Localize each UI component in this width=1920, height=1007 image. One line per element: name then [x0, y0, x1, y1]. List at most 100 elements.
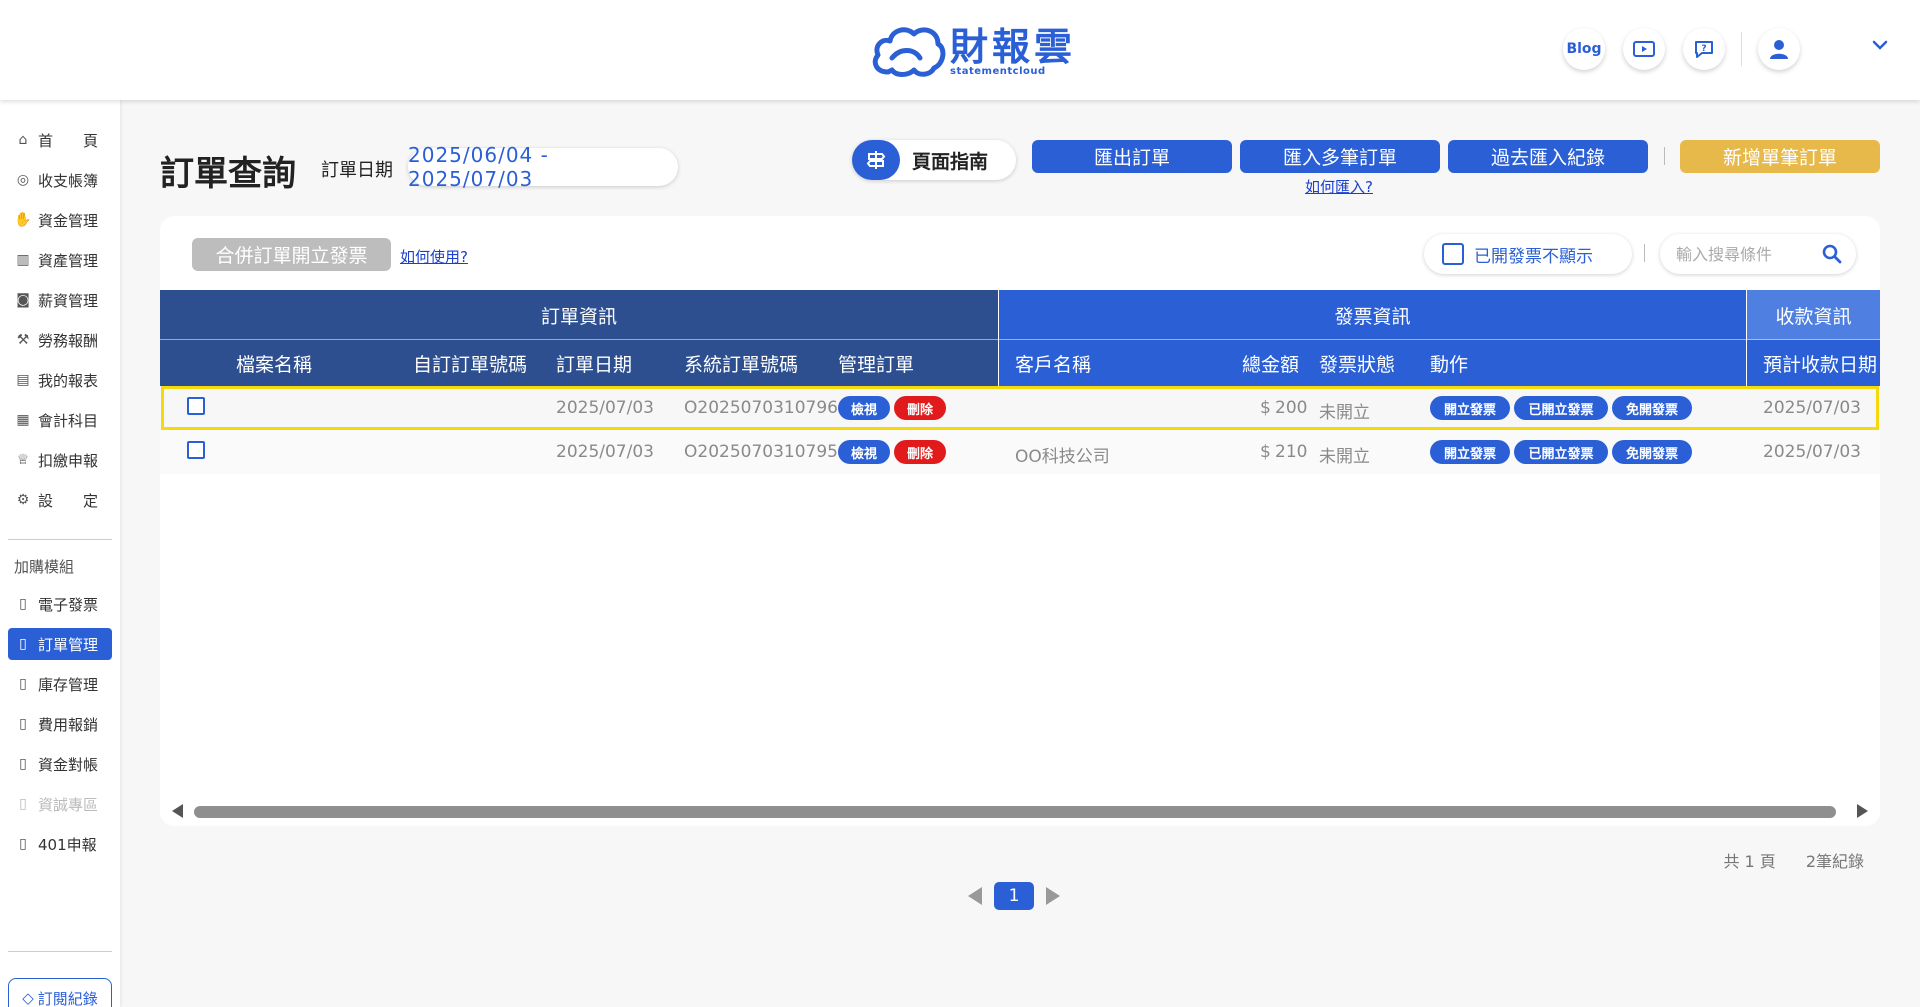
- scroll-left-arrow[interactable]: [172, 804, 183, 818]
- exempt-invoice-button[interactable]: 免開發票: [1612, 440, 1692, 464]
- salary-icon: ◙: [16, 292, 30, 308]
- sidebar-item-401-filing[interactable]: ▯ 401申報: [8, 828, 112, 860]
- date-range-picker[interactable]: 2025/06/04 - 2025/07/03: [408, 143, 678, 191]
- issue-invoice-button[interactable]: 開立發票: [1430, 440, 1510, 464]
- export-orders-button[interactable]: 匯出訂單: [1032, 140, 1232, 173]
- subscription-records-button[interactable]: ◇ 訂閱紀錄: [8, 978, 112, 1007]
- module-icon: ▯: [19, 636, 27, 652]
- module-icon: ▯: [19, 756, 27, 772]
- support-chat-button[interactable]: ?: [1683, 28, 1725, 70]
- top-header: 財報雲 statementcloud Blog ?: [0, 0, 1920, 100]
- sidebar-item-pwc-zone: ▯ 資誠專區: [8, 788, 112, 820]
- user-avatar-button[interactable]: [1758, 28, 1800, 70]
- pagination-summary: 共 1 頁 2筆紀錄: [1723, 848, 1864, 872]
- delete-order-button[interactable]: 刪除: [894, 440, 946, 464]
- exempt-invoice-button[interactable]: 免開發票: [1612, 396, 1692, 420]
- total-records-text: 2筆紀錄: [1805, 852, 1864, 871]
- cloud-logo-icon: [872, 27, 946, 77]
- cell-order-date: 2025/07/03: [556, 442, 654, 462]
- add-single-order-button[interactable]: 新增單筆訂單: [1680, 140, 1880, 173]
- column-header-custom-order-no[interactable]: 自訂訂單號碼: [413, 350, 527, 377]
- column-header-customer-name[interactable]: 客戶名稱: [1015, 350, 1091, 377]
- column-group-divider: [1746, 290, 1747, 386]
- column-header-expected-payment-date[interactable]: 預計收款日期: [1763, 350, 1877, 377]
- date-label: 訂單日期: [321, 160, 393, 181]
- next-page-arrow[interactable]: [1046, 887, 1060, 905]
- page-guide-button[interactable]: 頁面指南: [852, 140, 1016, 180]
- cell-expected-payment-date: 2025/07/03: [1763, 442, 1861, 462]
- horizontal-scrollbar[interactable]: [194, 806, 1836, 818]
- row-checkbox[interactable]: [187, 441, 205, 459]
- scroll-right-arrow[interactable]: [1857, 804, 1868, 818]
- sidebar-item-salary[interactable]: ◙ 薪資管理: [8, 284, 112, 316]
- sidebar-item-order-management[interactable]: ▯ 訂單管理: [8, 628, 112, 660]
- cell-system-order-no: O2025070310796: [684, 398, 838, 418]
- sidebar-item-accounts[interactable]: ▦ 會計科目: [8, 404, 112, 436]
- page-number-button[interactable]: 1: [994, 882, 1034, 910]
- group-header-order-info: 訂單資訊: [160, 290, 998, 340]
- row-checkbox[interactable]: [187, 397, 205, 415]
- prev-page-arrow[interactable]: [968, 887, 982, 905]
- sidebar-item-labor[interactable]: ⚒ 勞務報酬: [8, 324, 112, 356]
- report-icon: ▤: [16, 372, 30, 388]
- column-header-file-name[interactable]: 檔案名稱: [236, 350, 312, 377]
- invoice-issued-button[interactable]: 已開立發票: [1514, 440, 1608, 464]
- column-header-system-order-no[interactable]: 系統訂單號碼: [684, 350, 798, 377]
- search-icon[interactable]: [1822, 244, 1842, 264]
- delete-order-button[interactable]: 刪除: [894, 396, 946, 420]
- sidebar-item-e-invoice[interactable]: ▯ 電子發票: [8, 588, 112, 620]
- money-hand-icon: ✋: [14, 212, 32, 228]
- sidebar-item-reports[interactable]: ▤ 我的報表: [8, 364, 112, 396]
- cell-invoice-status: 未開立: [1319, 403, 1370, 423]
- cell-currency: $: [1260, 442, 1271, 462]
- hide-issued-checkbox[interactable]: [1442, 243, 1464, 265]
- hide-issued-toggle[interactable]: 已開發票不顯示: [1424, 234, 1632, 274]
- sidebar-item-home[interactable]: ⌂ 首 頁: [8, 124, 112, 156]
- how-to-use-link[interactable]: 如何使用?: [400, 246, 468, 267]
- sidebar-item-inventory[interactable]: ▯ 庫存管理: [8, 668, 112, 700]
- sidebar-item-ledger[interactable]: ◎ 收支帳簿: [8, 164, 112, 196]
- invoice-issued-button[interactable]: 已開立發票: [1514, 396, 1608, 420]
- sidebar-item-expense[interactable]: ▯ 費用報銷: [8, 708, 112, 740]
- video-tutorial-button[interactable]: [1623, 28, 1665, 70]
- hide-issued-label: 已開發票不顯示: [1474, 246, 1593, 267]
- sidebar-item-settings[interactable]: ⚙ 設 定: [8, 484, 112, 516]
- module-icon: ▯: [19, 796, 27, 812]
- brand-logo[interactable]: 財報雲 statementcloud: [870, 22, 1076, 80]
- cell-customer-name: OO科技公司: [1015, 447, 1110, 467]
- sidebar-item-funds[interactable]: ✋ 資金管理: [8, 204, 112, 236]
- diamond-icon: ◇: [22, 989, 34, 1007]
- cell-total-amount: 210: [1275, 442, 1308, 462]
- how-to-import-link[interactable]: 如何匯入?: [1305, 176, 1373, 197]
- view-order-button[interactable]: 檢視: [838, 396, 890, 420]
- search-input[interactable]: [1676, 244, 1816, 264]
- cell-currency: $: [1260, 398, 1271, 418]
- signpost-icon: [852, 140, 900, 180]
- module-icon: ▯: [19, 716, 27, 732]
- group-header-invoice-info: 發票資訊: [999, 290, 1746, 340]
- merge-invoice-button[interactable]: 合併訂單開立發票: [192, 238, 391, 271]
- page-title: 訂單查詢: [160, 154, 296, 194]
- module-icon: ▯: [19, 676, 27, 692]
- sidebar-item-reconciliation[interactable]: ▯ 資金對帳: [8, 748, 112, 780]
- coin-icon: ◎: [16, 172, 30, 188]
- column-header-total-amount[interactable]: 總金額: [1242, 350, 1299, 377]
- module-icon: ▯: [19, 596, 27, 612]
- search-divider: [1644, 244, 1645, 262]
- cell-system-order-no: O2025070310795: [684, 442, 838, 462]
- column-header-order-date[interactable]: 訂單日期: [556, 350, 632, 377]
- view-order-button[interactable]: 檢視: [838, 440, 890, 464]
- sidebar-item-withholding[interactable]: ♕ 扣繳申報: [8, 444, 112, 476]
- column-header-invoice-status[interactable]: 發票狀態: [1319, 350, 1395, 377]
- chevron-down-icon[interactable]: [1872, 40, 1888, 50]
- chat-question-icon: ?: [1695, 41, 1713, 58]
- blog-button[interactable]: Blog: [1563, 28, 1605, 70]
- video-book-icon: [1633, 41, 1655, 57]
- header-divider: [1741, 32, 1742, 66]
- import-history-button[interactable]: 過去匯入紀錄: [1448, 140, 1648, 173]
- column-header-manage-order: 管理訂單: [838, 354, 915, 376]
- sidebar-item-assets[interactable]: ▥ 資產管理: [8, 244, 112, 276]
- import-multiple-orders-button[interactable]: 匯入多筆訂單: [1240, 140, 1440, 173]
- svg-text:?: ?: [1701, 44, 1706, 54]
- issue-invoice-button[interactable]: 開立發票: [1430, 396, 1510, 420]
